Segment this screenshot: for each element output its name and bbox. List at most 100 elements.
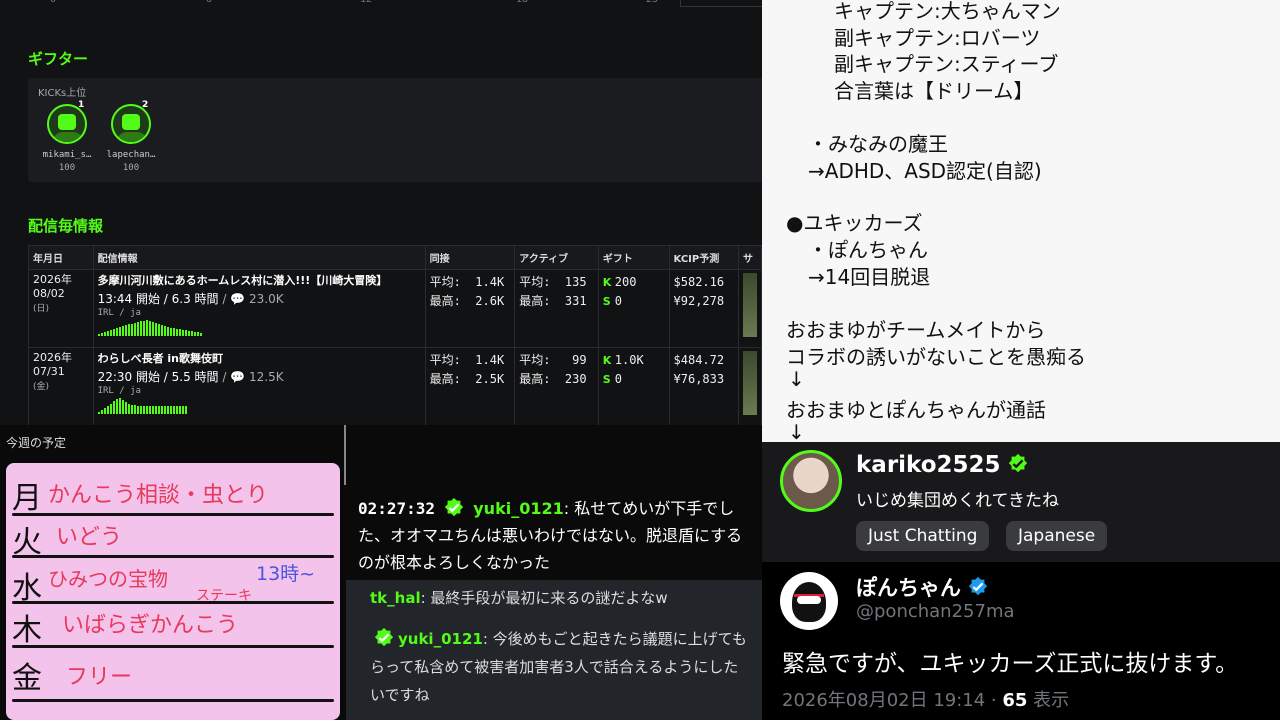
doc-line: コラボの誘いがないことを愚痴る [786, 345, 1086, 369]
doc-line: 副キャプテン:スティーブ [834, 52, 1059, 76]
sparkline-bar [157, 406, 160, 414]
gifter-rank: 1 [78, 100, 85, 110]
year: 2026年 [33, 351, 72, 364]
doc-line: 副キャプテン:ロバーツ [834, 26, 1041, 50]
sparkline-bar [148, 321, 151, 336]
sparkline-bar [136, 406, 139, 414]
col-extra[interactable]: サ [737, 245, 762, 270]
schedule-label: 今週の予定 [6, 436, 67, 450]
task-mon: かんこう相談・虫とり [48, 483, 269, 508]
stream-category: IRL / ja [97, 308, 141, 318]
sparkline-bar [148, 406, 151, 414]
avatar [111, 104, 151, 144]
verified-badge-icon [1008, 453, 1027, 473]
chart-range-selector[interactable] [680, 0, 762, 7]
tweet-text: 緊急ですが、ユキッカーズ正式に抜けます。 [782, 651, 1239, 677]
gift-cell: K 200 S0 [597, 269, 670, 348]
sparkline-bar [145, 406, 148, 414]
gift-cell: K 1.0K S0 [597, 347, 670, 425]
chat-icon: 💬 [230, 292, 246, 306]
tweet-handle[interactable]: @ponchan257ma [856, 601, 1015, 622]
sparkline-bar [163, 406, 166, 414]
task-fri: フリー [66, 665, 133, 690]
stream-title[interactable]: 多摩川河川敷にあるホームレス村に潜入!!!【川崎大冒険】 [98, 273, 421, 288]
streams-table: 年月日 配信情報 同接 アクティブ ギフト KCIP予測 サ 2026年 08/0… [28, 245, 762, 425]
sparkline-bar [139, 321, 142, 336]
gifter-item[interactable]: 1 mikami_s… 100 [32, 100, 102, 173]
chart-axis-ticks: 0 6 12 18 23 [0, 0, 762, 8]
col-active[interactable]: アクティブ [514, 245, 599, 270]
tweet-author-name[interactable]: ぽんちゃん [856, 572, 989, 602]
sparkline-bar [139, 406, 142, 414]
col-gift[interactable]: ギフト [597, 245, 670, 270]
gifter-section-title: ギフター [28, 50, 89, 68]
sparkline-bar [196, 332, 199, 336]
message-text: 最終手段が最初に来るの謎だよなw [430, 589, 668, 607]
avatar[interactable] [780, 450, 842, 512]
viewers-cell: 平均: 1.4K 最高: 2.6K [424, 269, 516, 348]
sparkline-bar [109, 330, 112, 336]
streamer-name[interactable]: kariko2525 [856, 452, 1029, 478]
doc-line: キャプテン:大ちゃんマン [834, 0, 1061, 23]
col-viewers[interactable]: 同接 [424, 245, 516, 270]
axis-tick: 12 [360, 0, 372, 5]
stream-thumbnail[interactable] [742, 273, 757, 337]
stream-title[interactable]: わらしべ長者 in歌舞伎町 [98, 351, 421, 366]
doc-line: →14回目脱退 [808, 265, 931, 289]
divider-line [12, 699, 334, 702]
doc-line: ↓ [788, 367, 805, 391]
axis-tick: 0 [50, 0, 56, 5]
sparkline-bar [142, 406, 145, 414]
chat-username[interactable]: tk_hal [370, 589, 421, 607]
sparkline-bar [103, 332, 106, 336]
gifter-count: 100 [122, 163, 140, 173]
col-stream-info[interactable]: 配信情報 [92, 245, 426, 270]
sparkline-bar [121, 326, 124, 336]
sparkline-bar [166, 406, 169, 414]
chat-panel: 02:27:32 yuki_0121: 私せてめいが下手でした、オオマユちんは悪… [346, 425, 762, 720]
sparkline-bar [142, 321, 145, 336]
kick-icon: K [602, 354, 612, 367]
sparkline-bar [133, 405, 136, 414]
date: 07/31 [33, 365, 65, 378]
tag-japanese[interactable]: Japanese [1006, 521, 1108, 551]
chat-message[interactable]: yuki_0121: 今後めもごと起きたら議題に上げてもらって私含めて被害者加害… [370, 625, 750, 709]
chat-message[interactable]: 02:27:32 yuki_0121: 私せてめいが下手でした、オオマユちんは悪… [358, 495, 758, 576]
table-row[interactable]: 2026年 07/31 (金) わらしべ長者 in歌舞伎町 22:30 開始 / 5… [28, 347, 762, 425]
sparkline-bar [100, 410, 103, 414]
stream-thumbnail[interactable] [742, 351, 757, 415]
sparkline-bar [100, 333, 103, 336]
sparkline-bar [175, 329, 178, 336]
col-kcip[interactable]: KCIP予測 [668, 245, 739, 270]
avatar[interactable] [780, 572, 838, 630]
chat-username[interactable]: yuki_0121 [473, 499, 563, 518]
sparkline-bar [130, 324, 133, 336]
sparkline-bar [133, 323, 136, 336]
chat-message[interactable]: tk_hal: 最終手段が最初に来るの謎だよなw [370, 585, 668, 611]
sparkline-bar [109, 404, 112, 414]
sparkline-bar [118, 327, 121, 336]
col-date[interactable]: 年月日 [28, 245, 94, 270]
divider-line [12, 513, 334, 516]
date: 08/02 [33, 287, 65, 300]
date-cell: 2026年 08/02 (日) [28, 269, 94, 348]
gifter-item[interactable]: 2 lapechan… 100 [96, 100, 166, 173]
tag-just-chatting[interactable]: Just Chatting [856, 521, 990, 551]
sparkline-bar [160, 325, 163, 336]
verified-badge-icon [968, 576, 988, 596]
weekday: (金) [33, 382, 50, 392]
sparkline-bar [190, 331, 193, 336]
divider-line [12, 555, 334, 558]
axis-tick: 18 [516, 0, 528, 5]
chat-username[interactable]: yuki_0121 [398, 630, 483, 648]
day-mon: 月 [12, 481, 42, 516]
table-row[interactable]: 2026年 08/02 (日) 多摩川河川敷にあるホームレス村に潜入!!!【川崎大冒… [28, 269, 762, 348]
sub-icon: S [602, 295, 611, 308]
kick-icon: K [602, 276, 612, 289]
sparkline-bar [115, 328, 118, 336]
doc-line: おおまゆがチームメイトから [786, 318, 1046, 342]
day-thu: 木 [12, 613, 42, 648]
day-fri: 金 [12, 661, 42, 696]
note-time: 13時~ [256, 563, 316, 585]
streamer-profile-card: kariko2525 いじめ集団めくれてきたね Just Chatting Ja… [762, 442, 1280, 562]
